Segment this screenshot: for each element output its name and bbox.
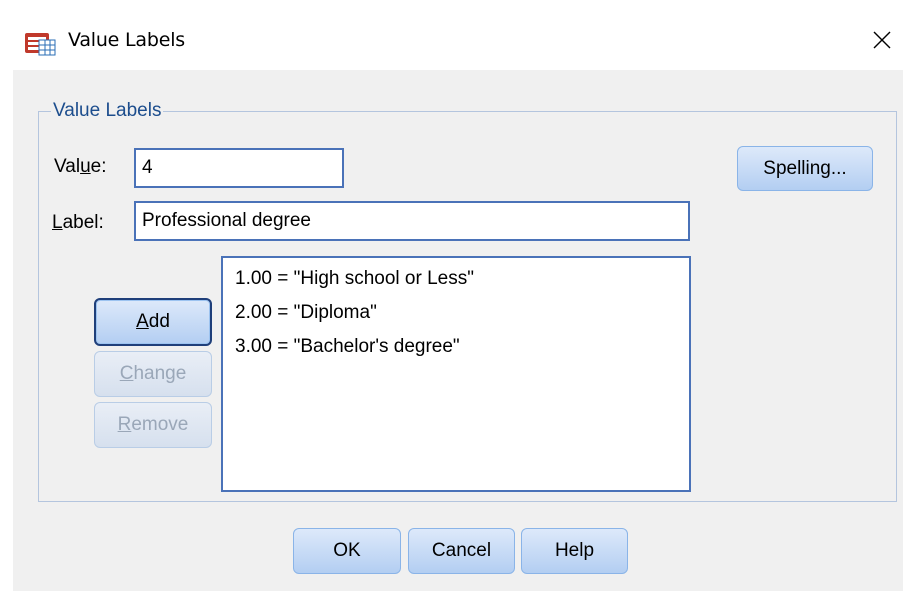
spelling-button[interactable]: Spelling... <box>737 146 873 191</box>
change-button-label: hange <box>133 363 187 384</box>
add-button-label: dd <box>148 311 170 332</box>
title-bar: Value Labels <box>0 0 903 70</box>
value-label-prefix: Val <box>54 156 81 177</box>
list-item[interactable]: 3.00 = "Bachelor's degree" <box>235 336 460 358</box>
value-field-label: Value: <box>54 156 107 178</box>
label-field-label: Label: <box>52 212 104 234</box>
cancel-button[interactable]: Cancel <box>408 528 515 574</box>
value-input[interactable] <box>134 148 344 188</box>
remove-button-label: emove <box>131 414 189 435</box>
add-button[interactable]: Add <box>94 298 212 346</box>
list-item[interactable]: 1.00 = "High school or Less" <box>235 268 474 290</box>
label-label-suffix: abel: <box>62 212 104 233</box>
change-button[interactable]: Change <box>94 351 212 397</box>
label-input[interactable] <box>134 201 690 241</box>
remove-button-mnemonic: R <box>117 414 132 435</box>
value-label-suffix: e: <box>90 156 107 177</box>
help-button[interactable]: Help <box>521 528 628 574</box>
add-button-mnemonic: A <box>136 311 149 332</box>
value-label-mnemonic: u <box>80 156 91 177</box>
value-labels-list[interactable]: 1.00 = "High school or Less" 2.00 = "Dip… <box>221 256 691 492</box>
remove-button[interactable]: Remove <box>94 402 212 448</box>
spss-value-labels-icon <box>24 29 58 57</box>
close-button[interactable] <box>866 24 898 56</box>
group-legend: Value Labels <box>51 100 164 122</box>
label-label-mnemonic: L <box>52 212 63 233</box>
ok-button[interactable]: OK <box>293 528 401 574</box>
window-title: Value Labels <box>68 29 185 51</box>
change-button-mnemonic: C <box>119 363 134 384</box>
close-icon[interactable] <box>873 31 891 49</box>
list-item[interactable]: 2.00 = "Diploma" <box>235 302 377 324</box>
